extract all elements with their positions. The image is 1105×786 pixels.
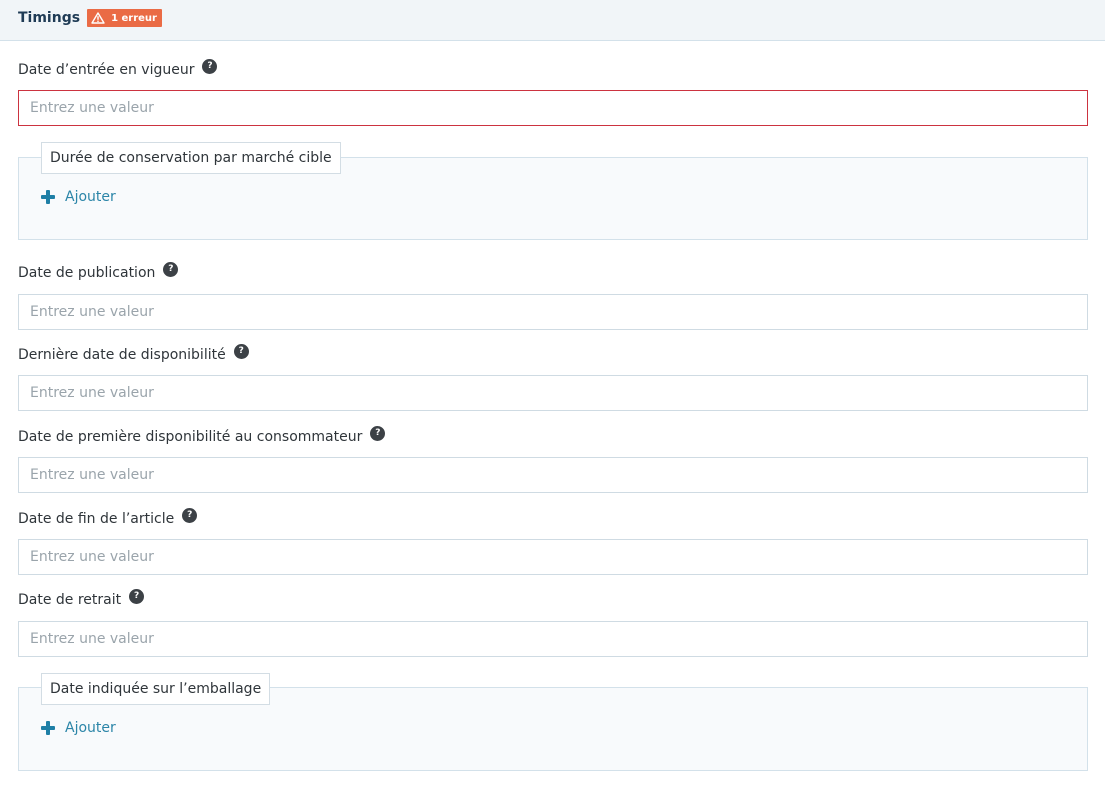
packaging-date-group-legend: Date indiquée sur l’emballage <box>41 673 271 705</box>
warning-triangle-icon <box>91 12 105 24</box>
item-end-date-label: Date de fin de l’article ? <box>18 507 198 528</box>
section-title: Timings <box>18 10 81 26</box>
add-retention-label: Ajouter <box>65 189 116 205</box>
help-icon[interactable]: ? <box>233 343 249 359</box>
publication-date-input[interactable] <box>18 294 1088 330</box>
item-end-date-label-text: Date de fin de l’article <box>18 511 175 527</box>
plus-icon <box>41 721 55 735</box>
effective-date-label: Date d’entrée en vigueur ? <box>18 58 218 79</box>
section-header: Timings 1 erreur <box>0 0 1105 41</box>
withdrawal-date-label: Date de retrait ? <box>18 588 145 609</box>
withdrawal-date-label-text: Date de retrait <box>18 592 122 608</box>
last-availability-date-input[interactable] <box>18 375 1088 411</box>
error-badge-text: 1 erreur <box>111 12 157 24</box>
help-icon[interactable]: ? <box>182 507 198 523</box>
help-icon[interactable]: ? <box>163 261 179 277</box>
first-consumer-availability-date-input[interactable] <box>18 457 1088 493</box>
publication-date-label-text: Date de publication <box>18 265 156 281</box>
effective-date-label-text: Date d’entrée en vigueur <box>18 62 195 78</box>
packaging-date-group-legend-text: Date indiquée sur l’emballage <box>50 681 262 697</box>
add-packaging-date-button[interactable]: Ajouter <box>41 717 116 739</box>
help-icon[interactable]: ? <box>202 58 218 74</box>
publication-date-label: Date de publication ? <box>18 261 179 282</box>
effective-date-input[interactable] <box>18 90 1088 126</box>
error-badge: 1 erreur <box>87 9 162 27</box>
retention-group-legend: Durée de conservation par marché cible <box>41 142 341 174</box>
help-icon[interactable]: ? <box>370 425 386 441</box>
first-consumer-availability-date-label: Date de première disponibilité au consom… <box>18 425 386 446</box>
retention-group-legend-text: Durée de conservation par marché cible <box>50 150 332 166</box>
withdrawal-date-input[interactable] <box>18 621 1088 657</box>
item-end-date-input[interactable] <box>18 539 1088 575</box>
first-consumer-availability-date-label-text: Date de première disponibilité au consom… <box>18 429 363 445</box>
help-icon[interactable]: ? <box>129 588 145 604</box>
last-availability-date-label-text: Dernière date de disponibilité <box>18 347 226 363</box>
last-availability-date-label: Dernière date de disponibilité ? <box>18 343 249 364</box>
plus-icon <box>41 190 55 204</box>
add-retention-button[interactable]: Ajouter <box>41 186 116 208</box>
add-packaging-date-label: Ajouter <box>65 720 116 736</box>
